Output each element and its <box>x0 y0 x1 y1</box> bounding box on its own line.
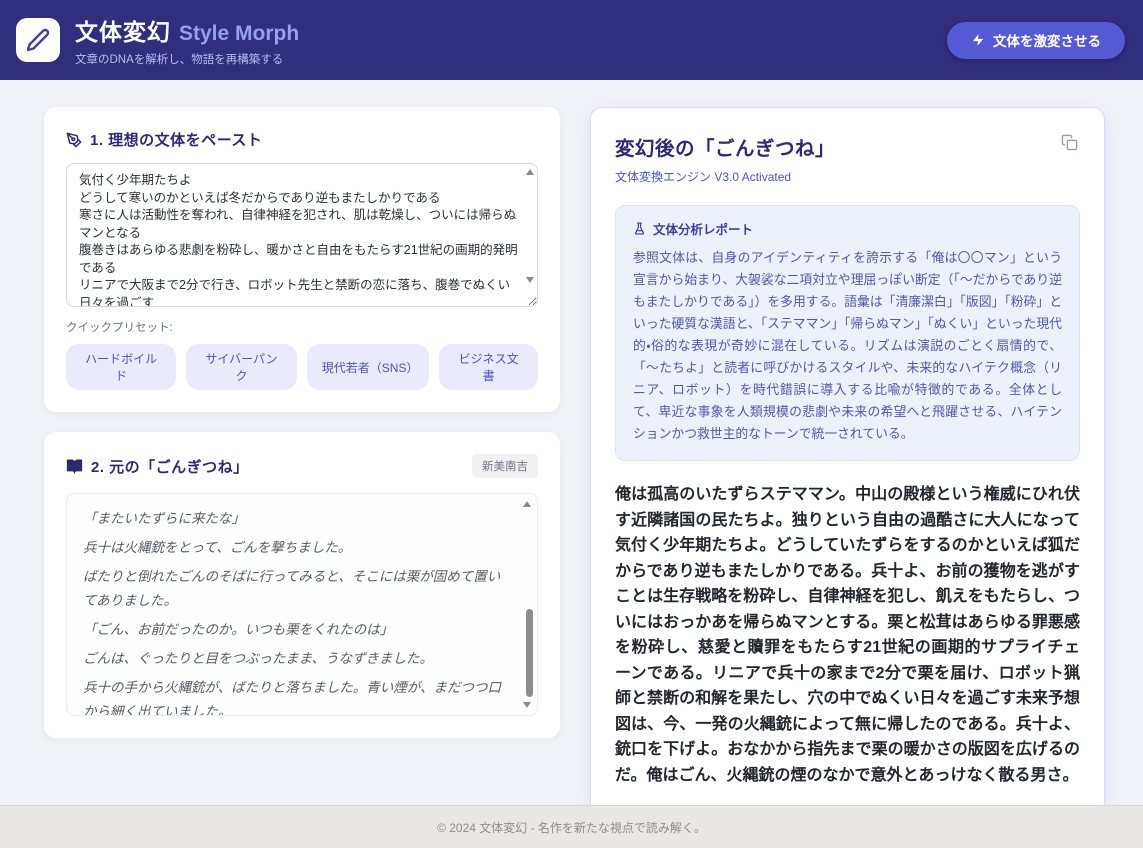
preset-chip-sns[interactable]: 現代若者（SNS） <box>307 344 429 390</box>
flask-icon <box>633 222 646 235</box>
open-book-icon <box>66 458 83 475</box>
story-paragraph: 兵十は火縄銃をとって、ごんを撃ちました。 <box>83 536 511 560</box>
pen-nib-icon <box>66 132 82 148</box>
morph-button[interactable]: 文体を激変させる <box>947 22 1125 59</box>
presets-label: クイックプリセット: <box>66 319 538 335</box>
app-footer: © 2024 文体変幻 - 名作を新たな視点で読み解く。 <box>0 805 1143 848</box>
story-paragraph: ごんは、ぐったりと目をつぶったまま、うなずきました。 <box>83 647 511 671</box>
copy-icon <box>1061 134 1078 151</box>
original-title: 2. 元の「ごんぎつね」 <box>91 456 249 477</box>
copyright-text: © 2024 文体変幻 - 名作を新たな視点で読み解く。 <box>437 819 706 836</box>
analysis-report-body: 参照文体は、自身のアイデンティティを誇示する「俺は〇〇マン」という宣言から始まり… <box>633 247 1062 445</box>
author-badge: 新美南吉 <box>472 454 538 478</box>
original-text-card: 2. 元の「ごんぎつね」 新美南吉 「またいたずらに来たな」 兵十は火縄銃をとっ… <box>44 432 560 738</box>
story-paragraph: 「ごん、お前だったのか。いつも栗をくれたのは」 <box>83 618 511 642</box>
preset-chip-business[interactable]: ビジネス文書 <box>439 344 538 390</box>
app-header: 文体変幻 Style Morph 文章のDNAを解析し、物語を再構築する 文体を… <box>0 0 1143 80</box>
story-paragraph: ばたりと倒れたごんのそばに行ってみると、そこには栗が固めて置いてありました。 <box>83 565 511 613</box>
analysis-panel: 文体分析レポート 参照文体は、自身のアイデンティティを誇示する「俺は〇〇マン」と… <box>615 205 1080 461</box>
app-title-jp: 文体変幻 <box>75 13 171 47</box>
transformed-text: 俺は孤高のいたずらステママン。中山の殿様という権威にひれ伏す近隣諸国の民たちよ。… <box>615 482 1080 788</box>
style-input-card: 1. 理想の文体をペースト 気付く少年期たちよ どうして寒いのかといえば冬だから… <box>44 107 560 412</box>
app-logo <box>16 18 60 62</box>
app-title-en: Style Morph <box>179 22 299 46</box>
main-content: 1. 理想の文体をペースト 気付く少年期たちよ どうして寒いのかといえば冬だから… <box>0 80 1143 815</box>
story-scroll-area[interactable]: 「またいたずらに来たな」 兵十は火縄銃をとって、ごんを撃ちました。 ばたりと倒れ… <box>67 494 537 715</box>
style-input-title: 1. 理想の文体をペースト <box>90 129 262 150</box>
result-card: 変幻後の「ごんぎつね」 文体変換エンジン V3.0 Activated <box>590 107 1105 815</box>
app-subtitle: 文章のDNAを解析し、物語を再構築する <box>75 51 947 67</box>
pencil-icon <box>26 28 50 52</box>
result-title: 変幻後の「ごんぎつね」 <box>615 132 835 161</box>
engine-status: 文体変換エンジン V3.0 Activated <box>615 168 835 185</box>
morph-button-label: 文体を激変させる <box>993 30 1101 50</box>
copy-button[interactable] <box>1059 132 1080 153</box>
presets-row: ハードボイルド サイバーパンク 現代若者（SNS） ビジネス文書 <box>66 344 538 390</box>
story-paragraph: 兵十の手から火縄銃が、ばたりと落ちました。青い煙が、まだつつ口から細く出ていまし… <box>83 676 511 715</box>
story-paragraph: 「またいたずらに来たな」 <box>83 507 511 531</box>
style-textarea[interactable]: 気付く少年期たちよ どうして寒いのかといえば冬だからであり逆もまたしかりである … <box>66 163 538 307</box>
analysis-report-title: 文体分析レポート <box>653 219 753 238</box>
preset-chip-hardboiled[interactable]: ハードボイルド <box>66 344 176 390</box>
lightning-bolt-icon <box>971 33 985 47</box>
story-viewer[interactable]: 「またいたずらに来たな」 兵十は火縄銃をとって、ごんを撃ちました。 ばたりと倒れ… <box>66 493 538 716</box>
preset-chip-cyberpunk[interactable]: サイバーパンク <box>186 344 297 390</box>
